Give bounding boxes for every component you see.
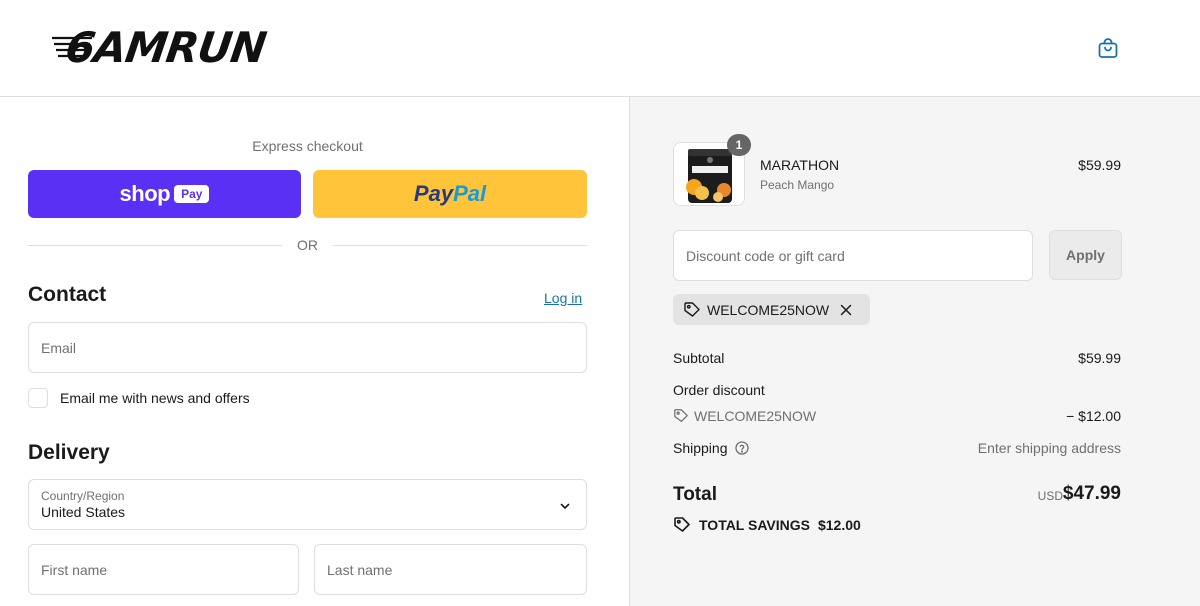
discount-placeholder: Discount code or gift card (686, 248, 845, 264)
shop-pay-badge: Pay (174, 185, 210, 203)
newsletter-option[interactable]: Email me with news and offers (28, 388, 250, 408)
tag-icon (674, 517, 690, 532)
country-select[interactable]: Country/Region United States (28, 479, 587, 530)
total-label: Total (673, 484, 717, 505)
total-savings-value: $12.00 (817, 517, 861, 533)
shop-pay-text: shop (119, 181, 171, 206)
order-summary: 1 MARATHON Peach Mango $59.99 Discount c… (629, 97, 1200, 606)
total-currency: USD (1037, 489, 1063, 503)
paypal-button[interactable]: Pay Pal (313, 170, 587, 218)
newsletter-checkbox[interactable] (28, 388, 48, 408)
quantity-badge: 1 (727, 134, 751, 156)
subtotal-value: $59.99 (1078, 350, 1121, 366)
help-circle-icon[interactable] (734, 440, 750, 456)
express-checkout-label: Express checkout (252, 138, 363, 154)
checkout-form: Express checkout shop Pay Pay Pal OR Cont… (0, 97, 629, 606)
paypal-text-pal: Pal (453, 181, 487, 206)
last-name-placeholder: Last name (327, 562, 393, 578)
close-icon[interactable] (839, 303, 853, 317)
product-name: MARATHON (760, 157, 840, 173)
applied-discount-code: WELCOME25NOW (707, 301, 830, 318)
applied-discount-chip: WELCOME25NOW (673, 294, 870, 325)
logo-text: 6AMRUN (62, 23, 269, 72)
paypal-text-pay: Pay (413, 181, 454, 206)
tag-icon (674, 409, 688, 422)
first-name-field[interactable]: First name (28, 544, 299, 595)
logo[interactable]: 6AMRUN (52, 23, 342, 72)
order-discount-value: − $12.00 (1066, 408, 1121, 424)
country-label: Country/Region (41, 489, 125, 503)
subtotal-label: Subtotal (673, 350, 725, 366)
order-discount-code: WELCOME25NOW (694, 408, 817, 424)
first-name-placeholder: First name (41, 562, 108, 578)
login-link[interactable]: Log in (544, 290, 582, 306)
divider-line (333, 245, 587, 246)
shipping-label: Shipping (673, 440, 728, 456)
delivery-heading: Delivery (28, 441, 110, 464)
order-discount-code-row: WELCOME25NOW (673, 408, 816, 424)
discount-code-field[interactable]: Discount code or gift card (673, 230, 1033, 281)
shipping-value: Enter shipping address (977, 440, 1121, 456)
apply-discount-button[interactable]: Apply (1049, 230, 1122, 280)
header: 6AMRUN (0, 0, 1200, 97)
email-field[interactable]: Email (28, 322, 587, 373)
product-price: $59.99 (1078, 157, 1121, 173)
country-value: United States (41, 504, 126, 520)
shop-pay-button[interactable]: shop Pay (28, 170, 301, 218)
shipping-row: Shipping (673, 440, 750, 456)
total-value: $47.99 (1062, 483, 1121, 504)
last-name-field[interactable]: Last name (314, 544, 587, 595)
chevron-down-icon (560, 503, 570, 509)
newsletter-label: Email me with news and offers (60, 390, 250, 406)
or-divider: OR (28, 237, 587, 255)
total-savings: TOTAL SAVINGS $12.00 (673, 516, 861, 534)
product-variant: Peach Mango (760, 178, 835, 192)
contact-heading: Contact (28, 283, 107, 306)
tag-icon (684, 301, 700, 317)
email-placeholder: Email (41, 340, 77, 356)
shopping-bag-icon[interactable] (1096, 36, 1120, 60)
order-discount-label: Order discount (673, 382, 765, 398)
total-savings-label: TOTAL SAVINGS (699, 517, 810, 533)
